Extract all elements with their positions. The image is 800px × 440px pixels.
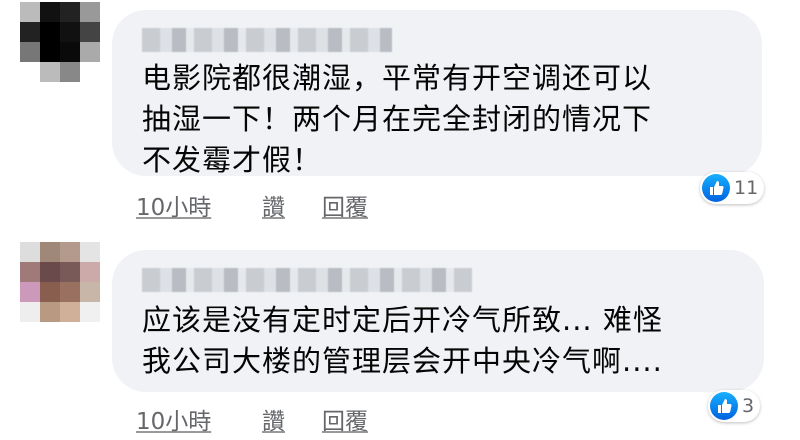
reaction-badge[interactable]: 11 [700, 172, 765, 204]
avatar[interactable] [20, 2, 100, 82]
comment-actions: 10小時 讚 回覆 [136, 188, 436, 222]
reaction-count: 11 [734, 177, 759, 199]
reaction-count: 3 [742, 395, 755, 417]
comment-text-line: 不发霉才假！ [142, 143, 323, 177]
timestamp-link[interactable]: 10小時 [136, 402, 211, 436]
reaction-badge[interactable]: 3 [708, 390, 761, 422]
like-button[interactable]: 讚 [262, 188, 285, 222]
comment-bubble: 应该是没有定时定后开冷气所致... 难怪 我公司大楼的管理层会开中央冷气啊...… [112, 250, 764, 392]
comment-text-line: 我公司大楼的管理层会开中央冷气啊.... [142, 344, 663, 378]
comment-actions: 10小時 讚 回覆 [136, 402, 436, 436]
avatar[interactable] [20, 242, 100, 322]
comment-bubble: 电影院都很潮湿，平常有开空调还可以 抽湿一下！两个月在完全封闭的情况下 不发霉才… [112, 10, 762, 177]
comment-text-line: 电影院都很潮湿，平常有开空调还可以 [142, 61, 653, 95]
timestamp-link[interactable]: 10小時 [136, 188, 211, 222]
author-name-redacted[interactable] [142, 28, 392, 52]
thumbs-up-icon [702, 174, 730, 202]
reply-button[interactable]: 回覆 [322, 188, 368, 222]
like-button[interactable]: 讚 [262, 402, 285, 436]
comment-text-line: 抽湿一下！两个月在完全封闭的情况下 [142, 102, 653, 136]
thumbs-up-icon [710, 392, 738, 420]
reply-button[interactable]: 回覆 [322, 402, 368, 436]
author-name-redacted[interactable] [142, 268, 472, 292]
comment-text-line: 应该是没有定时定后开冷气所致... 难怪 [142, 303, 663, 337]
